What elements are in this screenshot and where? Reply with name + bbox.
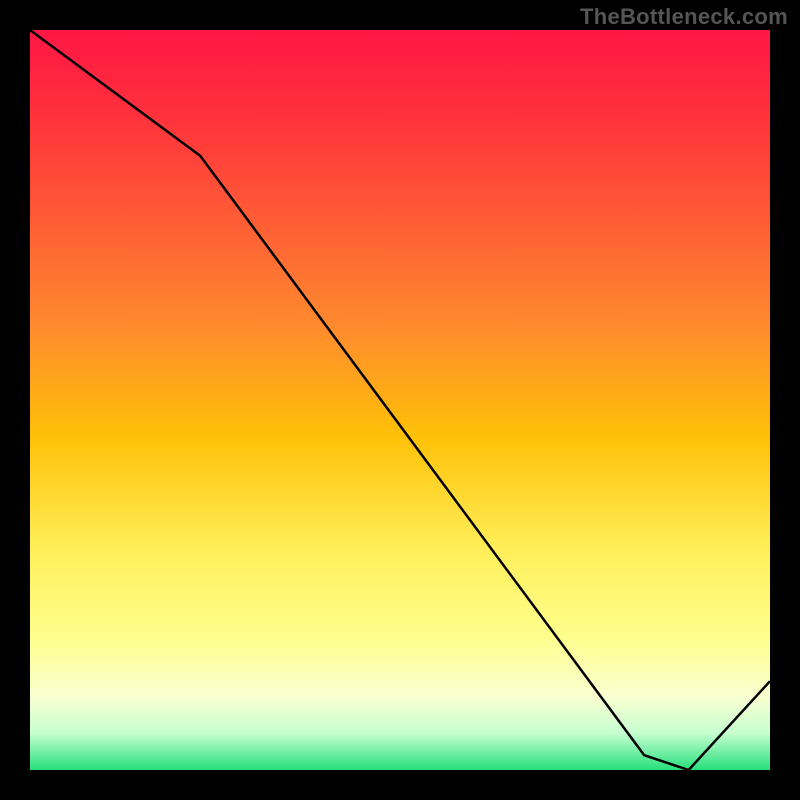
plot-background: [30, 30, 770, 770]
bottleneck-chart: [0, 0, 800, 800]
watermark-label: TheBottleneck.com: [580, 4, 788, 30]
chart-frame: TheBottleneck.com: [0, 0, 800, 800]
